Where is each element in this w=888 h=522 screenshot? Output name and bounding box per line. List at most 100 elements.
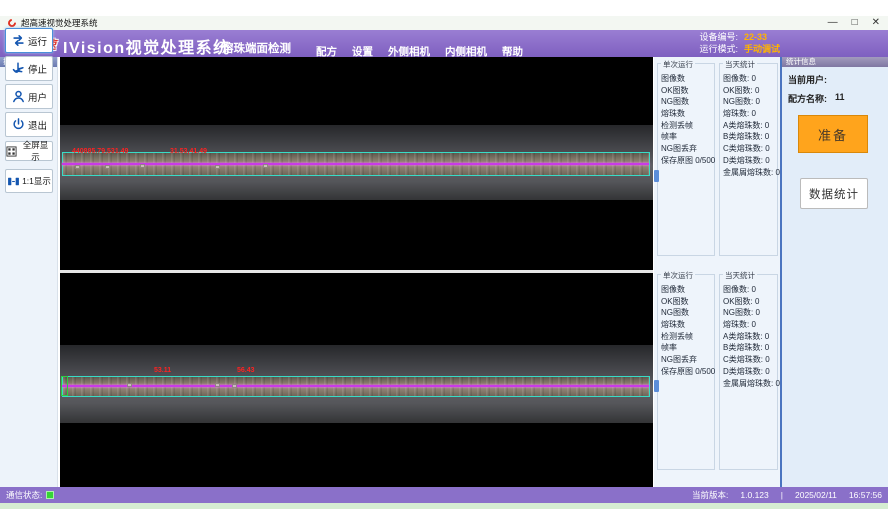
feature-blip <box>215 383 220 387</box>
splitter-grip[interactable] <box>654 170 659 182</box>
stat-row: 保存原图 0/500 <box>661 155 714 167</box>
stat-row: 图像数 <box>661 73 714 85</box>
camera-view-top: 440885.79,531.49 31.53,41.49 <box>60 57 653 270</box>
stat-row: NG图数 <box>661 307 714 319</box>
stat-row: 熔珠数 <box>661 108 714 120</box>
status-bar: 通信状态: 当前版本: 1.0.123 | 2025/02/11 16:57:5… <box>0 487 888 503</box>
current-user-label: 当前用户: <box>788 73 827 86</box>
fullscreen-button[interactable]: 全屏显示 <box>5 141 53 161</box>
stat-row: B类熔珠数: 0 <box>723 342 777 354</box>
stat-row: D类熔珠数: 0 <box>723 366 777 378</box>
stat-row: NG图数: 0 <box>723 96 777 108</box>
groupbox-title: 当天统计 <box>723 270 757 281</box>
stat-row: 检测丢帧 <box>661 120 714 132</box>
user-button-label: 用户 <box>28 90 47 104</box>
stat-row: A类熔珠数: 0 <box>723 120 777 132</box>
stat-row: 熔珠数 <box>661 319 714 331</box>
stop-button[interactable]: 停止 <box>5 56 53 81</box>
stat-row: OK图数: 0 <box>723 85 777 97</box>
measurement-annotation: 56.43 <box>237 367 255 374</box>
run-icon <box>11 33 26 48</box>
one-to-one-button[interactable]: 1:1显示 <box>5 169 53 193</box>
fullscreen-icon <box>6 146 17 157</box>
groupbox-title: 单次运行 <box>661 59 695 70</box>
stat-row: OK图数 <box>661 85 714 97</box>
stop-button-label: 停止 <box>28 62 47 76</box>
stat-row: 图像数 <box>661 284 714 296</box>
os-titlebar: 超高速视觉处理系统 — □ ✕ <box>0 16 888 30</box>
info-panel-title: 统计信息 <box>782 57 888 67</box>
data-statistics-button[interactable]: 数据统计 <box>800 178 868 209</box>
recipe-name-label: 配方名称: <box>788 92 827 105</box>
groupbox-title: 单次运行 <box>661 270 695 281</box>
stat-row: 金属屑熔珠数: 0 <box>723 378 777 390</box>
feature-blip <box>127 383 132 387</box>
single-run-stats-bottom: 单次运行 图像数 OK图数 NG图数 熔珠数 检测丢帧 帧率 NG图丢弃 保存原… <box>657 274 715 470</box>
measurement-annotation: 31.53,41.49 <box>170 148 207 155</box>
stop-hand-icon <box>11 61 26 76</box>
stat-row: 熔珠数: 0 <box>723 319 777 331</box>
splitter-grip[interactable] <box>654 380 659 392</box>
status-time: 16:57:56 <box>849 490 882 500</box>
window-controls: — □ ✕ <box>828 16 880 30</box>
stat-row: C类熔珠数: 0 <box>723 143 777 155</box>
close-button[interactable]: ✕ <box>872 16 880 30</box>
stat-row: 帧率 <box>661 342 714 354</box>
device-number-value: 22-33 <box>744 32 767 44</box>
exit-button-label: 退出 <box>28 118 47 132</box>
version-label: 当前版本: <box>692 489 728 501</box>
groupbox-title: 当天统计 <box>723 59 757 70</box>
stat-row: NG图数: 0 <box>723 307 777 319</box>
one-to-one-button-label: 1:1显示 <box>22 175 51 187</box>
stat-row: OK图数: 0 <box>723 296 777 308</box>
feature-blip <box>232 384 237 388</box>
stat-row: NG图数 <box>661 96 714 108</box>
stat-row: 图像数: 0 <box>723 73 777 85</box>
stat-row: D类熔珠数: 0 <box>723 155 777 167</box>
power-icon <box>11 117 26 132</box>
daily-stats-bottom: 当天统计 图像数: 0 OK图数: 0 NG图数: 0 熔珠数: 0 A类熔珠数… <box>719 274 778 470</box>
app-header: 超高速 IVision视觉处理系统 熔珠端面检测 配方 设置 外侧相机 内侧相机… <box>0 30 888 57</box>
stat-row: 检测丢帧 <box>661 331 714 343</box>
stat-row: 帧率 <box>661 131 714 143</box>
one-to-one-icon <box>7 175 20 188</box>
measurement-annotation: 53.11 <box>154 367 171 374</box>
measurement-annotation: 440885.79,531.49 <box>72 148 128 155</box>
detection-edge-line <box>62 163 649 165</box>
feature-blip <box>215 165 220 169</box>
stat-row: A类熔珠数: 0 <box>723 331 777 343</box>
status-date: 2025/02/11 <box>795 490 837 500</box>
minimize-button[interactable]: — <box>828 16 838 30</box>
feature-blip <box>263 164 268 168</box>
feature-blip <box>140 164 145 168</box>
info-panel: 统计信息 当前用户: 配方名称: 11 准备 数据统计 <box>782 57 888 487</box>
maximize-button[interactable]: □ <box>852 16 858 30</box>
run-button-label: 运行 <box>28 34 47 48</box>
detection-edge-line <box>62 385 649 387</box>
daily-stats-top: 当天统计 图像数: 0 OK图数: 0 NG图数: 0 熔珠数: 0 A类熔珠数… <box>719 63 778 256</box>
device-number-label: 设备编号: <box>699 32 738 44</box>
camera-view-bottom: 53.11 56.43 <box>60 273 653 487</box>
stat-row: 保存原图 0/500 <box>661 366 714 378</box>
taskbar-strip <box>0 503 888 509</box>
prepare-button[interactable]: 准备 <box>798 115 868 153</box>
comm-status-indicator <box>46 491 54 499</box>
user-button[interactable]: 用户 <box>5 84 53 109</box>
stat-row: C类熔珠数: 0 <box>723 354 777 366</box>
run-button[interactable]: 运行 <box>5 28 53 53</box>
version-value: 1.0.123 <box>740 490 768 500</box>
stat-row: NG图丢弃 <box>661 354 714 366</box>
stat-row: OK图数 <box>661 296 714 308</box>
fullscreen-button-label: 全屏显示 <box>19 139 52 163</box>
feature-blip <box>105 165 110 169</box>
user-icon <box>11 89 26 104</box>
stat-row: 熔珠数: 0 <box>723 108 777 120</box>
comm-status-label: 通信状态: <box>6 489 42 501</box>
stat-row: 图像数: 0 <box>723 284 777 296</box>
statusbar-separator: | <box>781 490 783 500</box>
stat-row: NG图丢弃 <box>661 143 714 155</box>
exit-button[interactable]: 退出 <box>5 112 53 137</box>
app-title: IVision视觉处理系统 <box>63 34 231 58</box>
app-logo-icon <box>6 17 17 28</box>
run-mode-label: 运行模式: <box>699 44 738 56</box>
